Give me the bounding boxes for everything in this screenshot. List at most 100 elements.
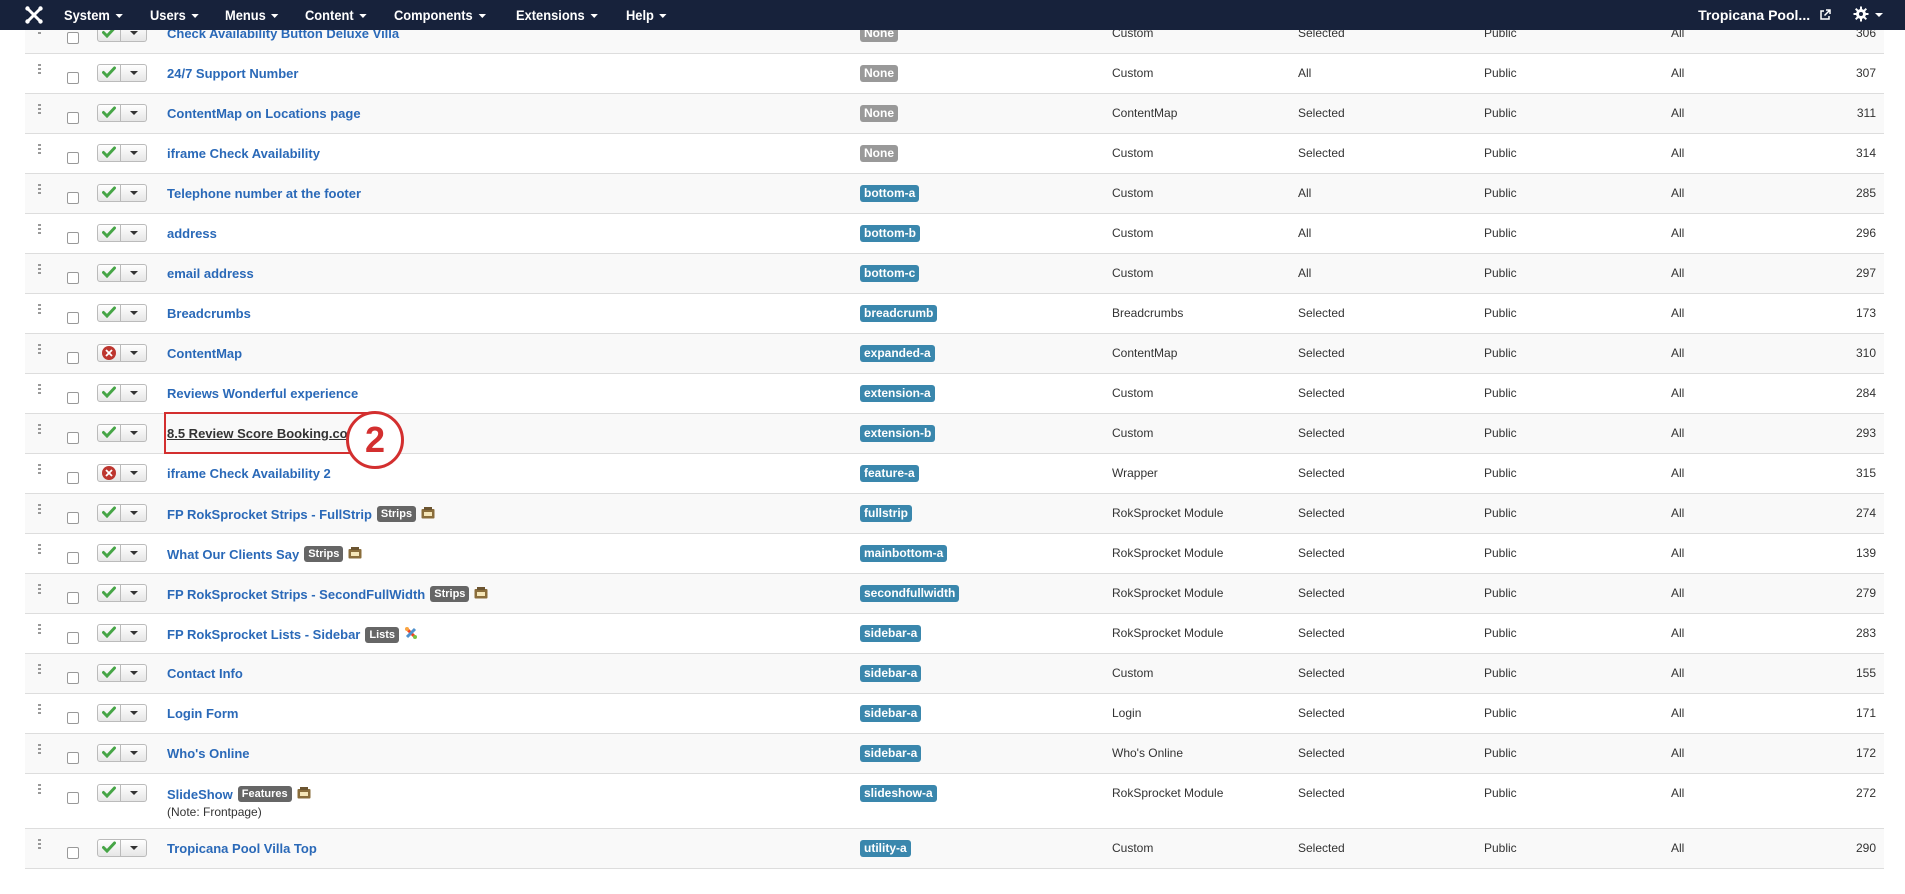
drag-handle[interactable] (38, 704, 41, 716)
module-title-link[interactable]: iframe Check Availability 2 (167, 466, 331, 481)
actions-dropdown-button[interactable] (121, 64, 147, 82)
module-title-link[interactable]: Who's Online (167, 746, 250, 761)
drag-handle[interactable] (38, 624, 41, 636)
publish-toggle-button[interactable] (97, 224, 121, 242)
row-checkbox[interactable] (67, 632, 79, 644)
position-label[interactable]: bottom-c (860, 265, 920, 282)
drag-handle[interactable] (38, 584, 41, 596)
actions-dropdown-button[interactable] (121, 224, 147, 242)
menu-users[interactable]: Users (150, 7, 199, 23)
position-label[interactable]: sidebar-a (860, 705, 922, 722)
position-label[interactable]: bottom-a (860, 185, 920, 202)
row-checkbox[interactable] (67, 272, 79, 284)
actions-dropdown-button[interactable] (121, 504, 147, 522)
drag-handle[interactable] (38, 224, 41, 236)
publish-toggle-button[interactable] (97, 664, 121, 682)
menu-components[interactable]: Components (394, 7, 486, 23)
row-checkbox[interactable] (67, 752, 79, 764)
drag-handle[interactable] (38, 784, 41, 796)
actions-dropdown-button[interactable] (121, 584, 147, 602)
publish-toggle-button[interactable] (97, 384, 121, 402)
site-link[interactable]: Tropicana Pool... (1698, 7, 1831, 24)
row-checkbox[interactable] (67, 312, 79, 324)
module-title-link[interactable]: ContentMap (167, 346, 242, 361)
actions-dropdown-button[interactable] (121, 424, 147, 442)
row-checkbox[interactable] (67, 552, 79, 564)
menu-menus[interactable]: Menus (225, 7, 279, 23)
menu-help[interactable]: Help (626, 7, 668, 23)
drag-handle[interactable] (38, 304, 41, 316)
row-checkbox[interactable] (67, 112, 79, 124)
drag-handle[interactable] (38, 104, 41, 116)
position-label[interactable]: extension-a (860, 385, 935, 402)
actions-dropdown-button[interactable] (121, 624, 147, 642)
module-title-link[interactable]: Breadcrumbs (167, 306, 251, 321)
module-title-link[interactable]: SlideShow (167, 787, 233, 802)
position-label[interactable]: utility-a (860, 840, 911, 857)
position-label[interactable]: None (860, 65, 898, 82)
drag-handle[interactable] (38, 144, 41, 156)
position-label[interactable]: expanded-a (860, 345, 935, 362)
position-label[interactable]: None (860, 105, 898, 122)
drag-handle[interactable] (38, 504, 41, 516)
drag-handle[interactable] (38, 664, 41, 676)
drag-handle[interactable] (38, 544, 41, 556)
row-checkbox[interactable] (67, 352, 79, 364)
publish-toggle-button[interactable] (97, 504, 121, 522)
row-checkbox[interactable] (67, 672, 79, 684)
actions-dropdown-button[interactable] (121, 784, 147, 802)
module-title-link[interactable]: iframe Check Availability (167, 146, 320, 161)
drag-handle[interactable] (38, 384, 41, 396)
publish-toggle-button[interactable] (97, 544, 121, 562)
actions-dropdown-button[interactable] (121, 264, 147, 282)
publish-toggle-button[interactable] (97, 704, 121, 722)
module-title-link[interactable]: address (167, 226, 217, 241)
actions-dropdown-button[interactable] (121, 704, 147, 722)
row-checkbox[interactable] (67, 152, 79, 164)
module-title-link[interactable]: FP RokSprocket Lists - Sidebar (167, 627, 360, 642)
drag-handle[interactable] (38, 424, 41, 436)
drag-handle[interactable] (38, 344, 41, 356)
position-label[interactable]: fullstrip (860, 505, 912, 522)
row-checkbox[interactable] (67, 432, 79, 444)
position-label[interactable]: mainbottom-a (860, 545, 948, 562)
publish-toggle-button[interactable] (97, 744, 121, 762)
actions-dropdown-button[interactable] (121, 464, 147, 482)
menu-system[interactable]: System (64, 7, 123, 23)
drag-handle[interactable] (38, 64, 41, 76)
actions-dropdown-button[interactable] (121, 304, 147, 322)
position-label[interactable]: extension-b (860, 425, 936, 442)
publish-toggle-button[interactable] (97, 184, 121, 202)
actions-dropdown-button[interactable] (121, 544, 147, 562)
publish-toggle-button[interactable] (97, 839, 121, 857)
module-title-link[interactable]: email address (167, 266, 254, 281)
actions-dropdown-button[interactable] (121, 144, 147, 162)
module-title-link[interactable]: Reviews Wonderful experience (167, 386, 358, 401)
publish-toggle-button[interactable] (97, 624, 121, 642)
position-label[interactable]: sidebar-a (860, 665, 922, 682)
module-title-link[interactable]: FP RokSprocket Strips - SecondFullWidth (167, 587, 425, 602)
row-checkbox[interactable] (67, 792, 79, 804)
drag-handle[interactable] (38, 744, 41, 756)
row-checkbox[interactable] (67, 72, 79, 84)
publish-toggle-button[interactable] (97, 104, 121, 122)
row-checkbox[interactable] (67, 472, 79, 484)
position-label[interactable]: slideshow-a (860, 785, 937, 802)
settings-menu[interactable] (1853, 6, 1883, 25)
module-title-link[interactable]: Tropicana Pool Villa Top (167, 841, 317, 856)
joomla-logo-icon[interactable] (14, 0, 54, 30)
actions-dropdown-button[interactable] (121, 184, 147, 202)
position-label[interactable]: bottom-b (860, 225, 920, 242)
menu-content[interactable]: Content (305, 7, 367, 23)
module-title-link[interactable]: Contact Info (167, 666, 243, 681)
module-title-link[interactable]: FP RokSprocket Strips - FullStrip (167, 507, 372, 522)
actions-dropdown-button[interactable] (121, 839, 147, 857)
publish-toggle-button[interactable] (97, 784, 121, 802)
row-checkbox[interactable] (67, 32, 79, 44)
publish-toggle-button[interactable] (97, 64, 121, 82)
row-checkbox[interactable] (67, 192, 79, 204)
publish-toggle-button[interactable] (97, 424, 121, 442)
actions-dropdown-button[interactable] (121, 384, 147, 402)
position-label[interactable]: sidebar-a (860, 625, 922, 642)
drag-handle[interactable] (38, 839, 41, 851)
